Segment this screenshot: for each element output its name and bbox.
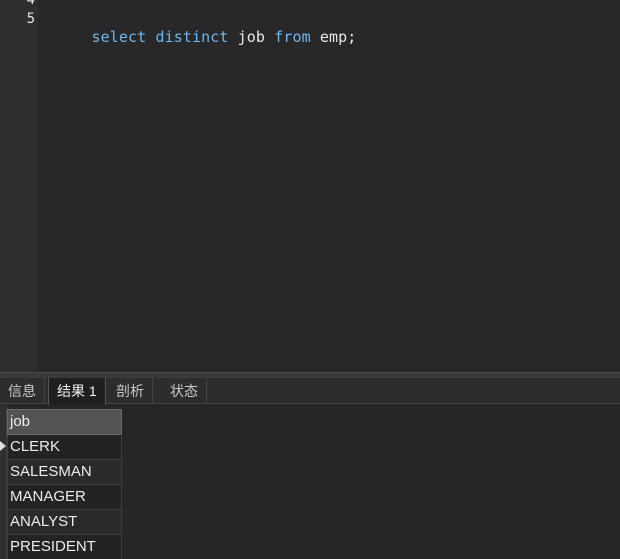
sql-editor[interactable]: 4 5 select distinct job from emp;	[0, 0, 620, 372]
tab-status[interactable]: 状态	[162, 378, 207, 404]
current-row-arrow-icon	[0, 441, 6, 451]
grid-cell[interactable]: PRESIDENT	[7, 535, 122, 559]
sql-keyword: select	[91, 28, 147, 46]
sql-identifier: emp;	[319, 28, 357, 46]
line-number: 5	[26, 11, 35, 27]
result-grid[interactable]: job CLERK SALESMAN MANAGER ANALYST PRESI…	[7, 409, 122, 559]
result-tabbar: 信息 结果 1 剖析 状态	[0, 378, 620, 405]
row-indicator-column	[0, 405, 7, 559]
tab-result-1[interactable]: 结果 1	[48, 378, 106, 405]
line-number: 4	[26, 0, 35, 8]
grid-cell[interactable]: MANAGER	[7, 485, 122, 510]
tab-profile[interactable]: 剖析	[108, 378, 153, 404]
result-pane: job CLERK SALESMAN MANAGER ANALYST PRESI…	[0, 405, 620, 559]
sql-identifier: job	[237, 28, 266, 46]
grid-cell[interactable]: CLERK	[7, 435, 122, 460]
line-number-gutter: 4 5	[0, 0, 38, 372]
sql-keyword: from	[274, 28, 311, 46]
tab-info[interactable]: 信息	[0, 378, 45, 404]
column-header-job[interactable]: job	[7, 409, 122, 435]
grid-cell[interactable]: ANALYST	[7, 510, 122, 535]
code-line[interactable]: select distinct job from emp;	[55, 10, 357, 64]
sql-keyword: distinct	[155, 28, 229, 46]
grid-cell[interactable]: SALESMAN	[7, 460, 122, 485]
